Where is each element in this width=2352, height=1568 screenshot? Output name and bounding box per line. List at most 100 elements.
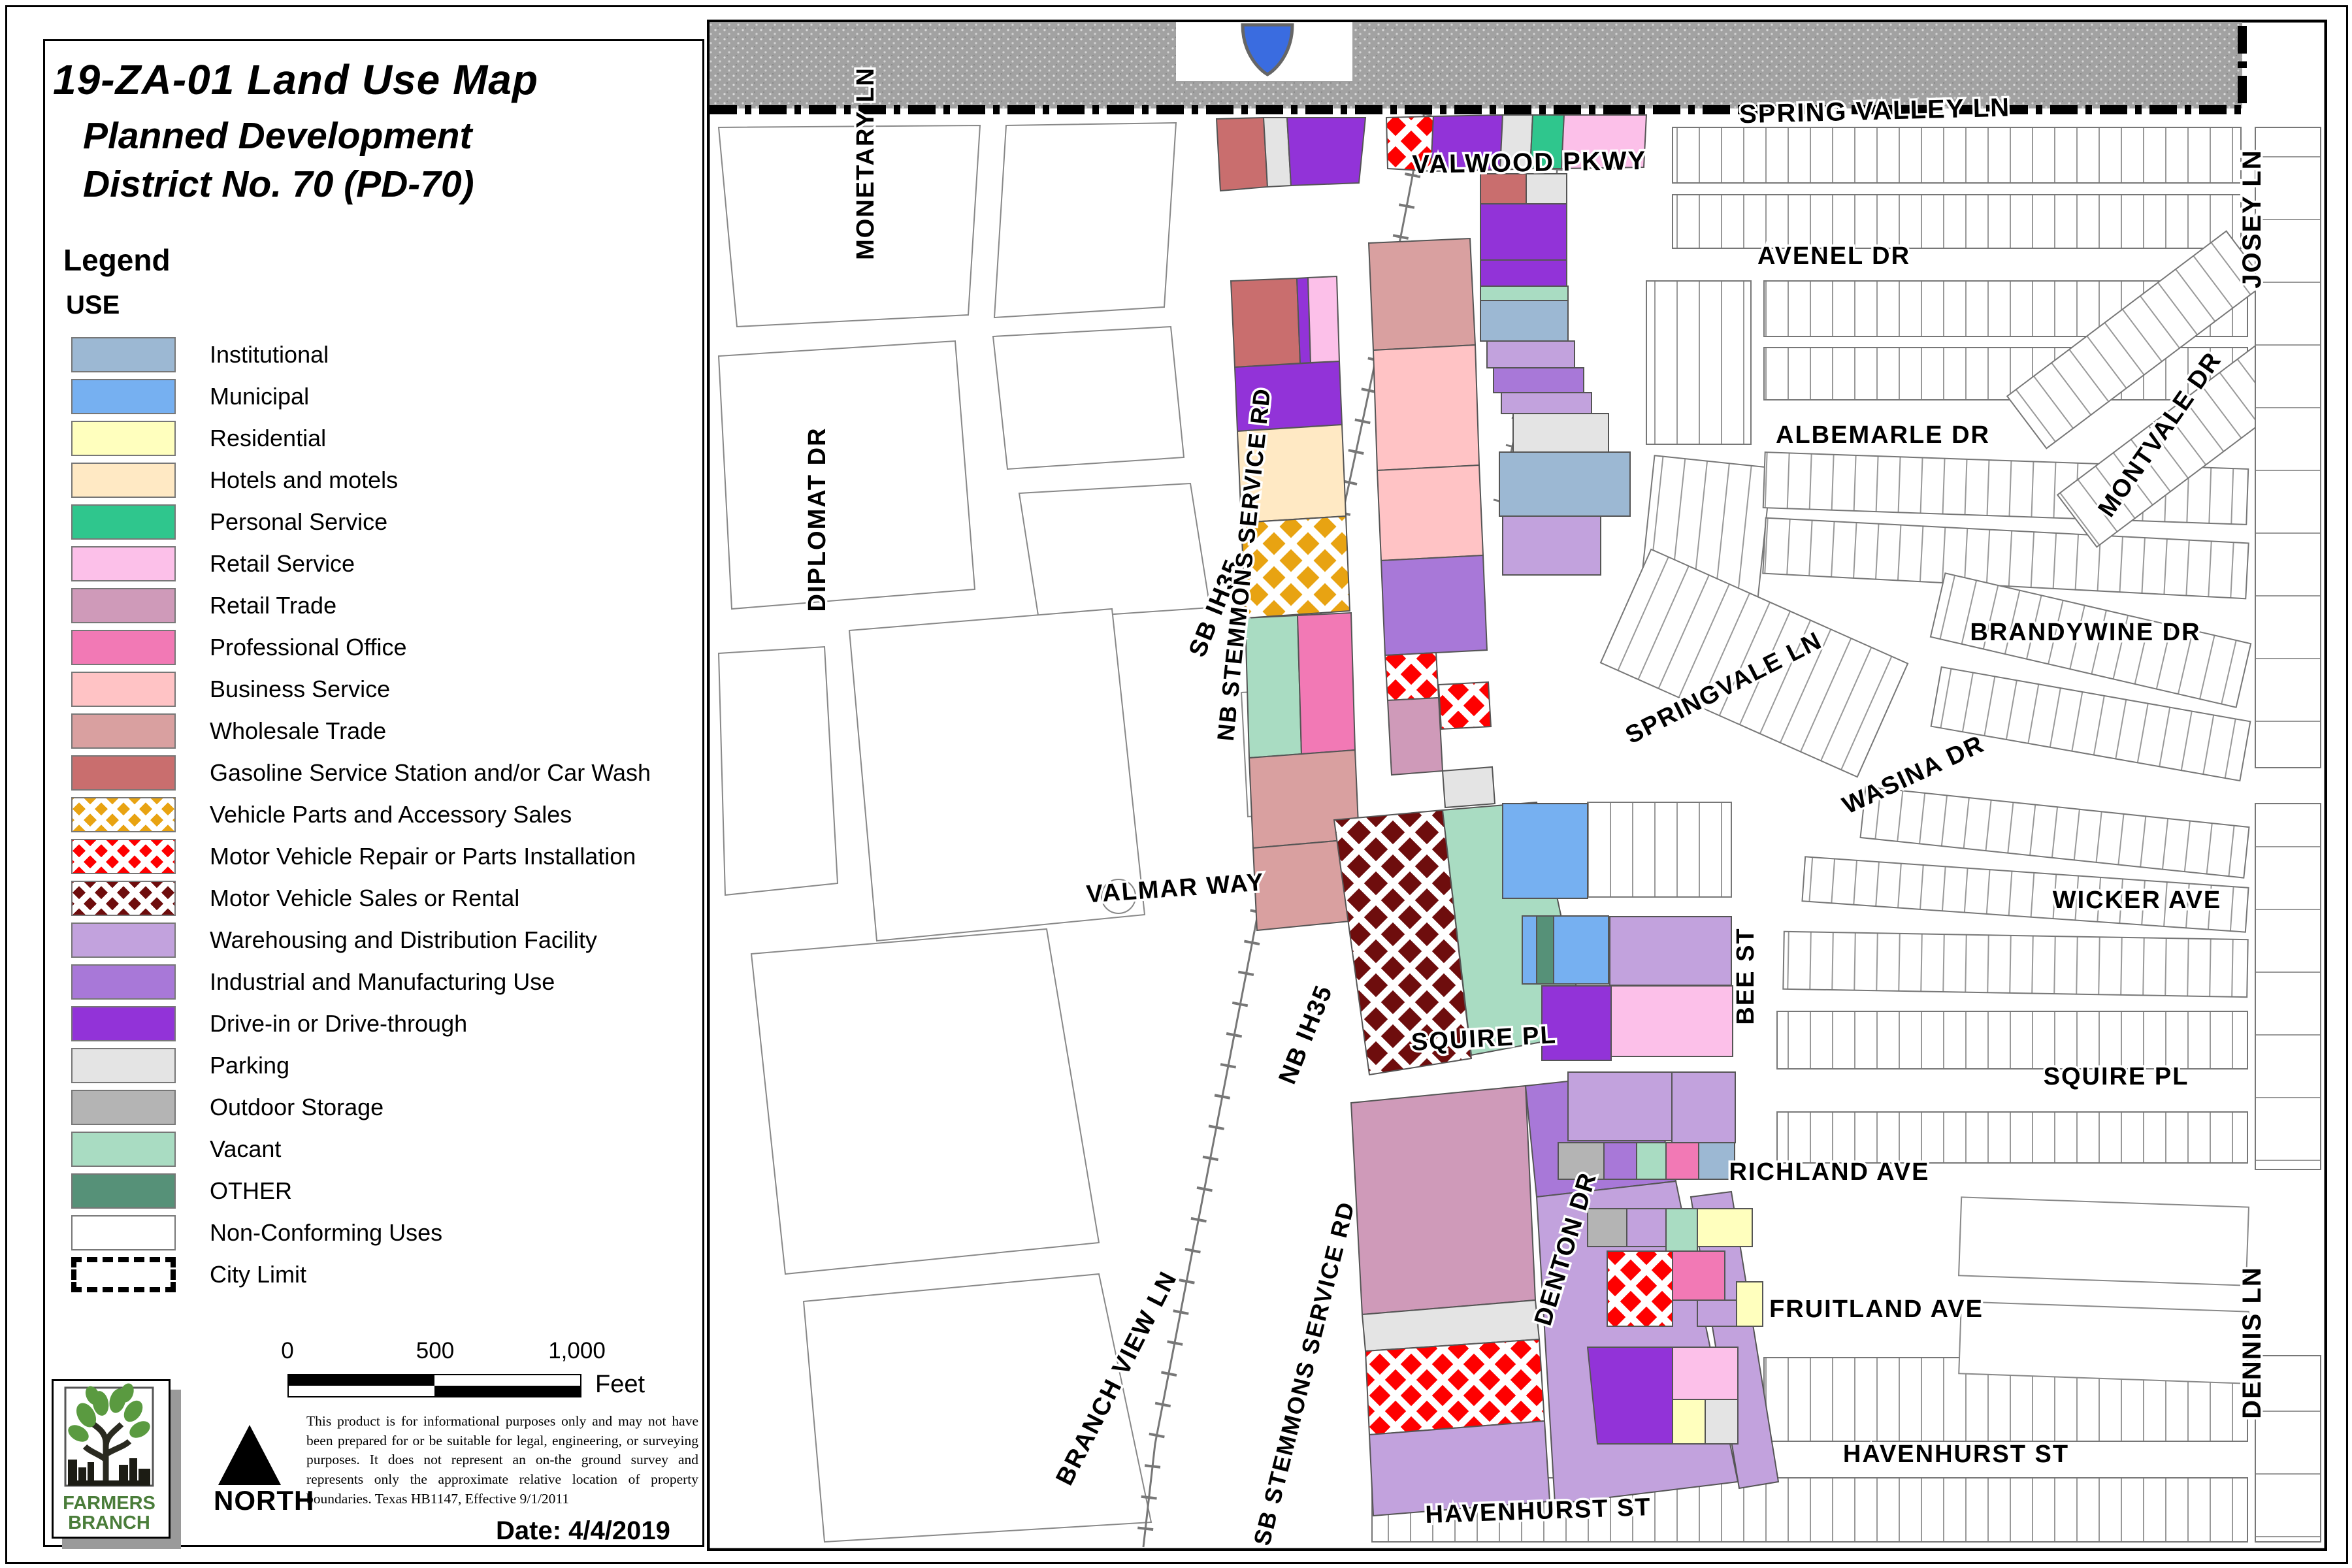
street-label-albemarle-dr: ALBEMARLE DR (1776, 421, 1990, 449)
crosshatch-pattern (73, 798, 174, 831)
legend-label: Institutional (210, 341, 329, 368)
legend-item-out: Outdoor Storage (71, 1086, 685, 1128)
street-label-brandywine-dr: BRANDYWINE DR (1970, 619, 2200, 646)
legend-item-other: OTHER (71, 1170, 685, 1212)
street-label-bee-st: BEE ST (1732, 927, 1759, 1024)
legend-label: Hotels and motels (210, 466, 398, 494)
legend-swatch-rtrade (71, 588, 176, 623)
scale-tick-label: 1,000 (548, 1338, 606, 1364)
logo-tree-icon: FARMERS BRANCH (54, 1381, 165, 1533)
legend-swatch-whole (71, 713, 176, 749)
legend-swatch-rsvc (71, 546, 176, 581)
page-subtitle-line1: Planned Development (83, 114, 472, 157)
legend-swatch-prof (71, 630, 176, 665)
legend-item-ind: Industrial and Manufacturing Use (71, 961, 685, 1003)
street-label-wicker-ave: WICKER AVE (2053, 887, 2222, 914)
legend-item-pers: Personal Service (71, 501, 685, 543)
north-arrow: NORTH (214, 1425, 286, 1516)
use-heading: USE (66, 291, 120, 320)
legend-item-repair: Motor Vehicle Repair or Parts Installati… (71, 836, 685, 877)
farmers-branch-logo: FARMERS BRANCH (52, 1379, 171, 1539)
legend-swatch-park (71, 1048, 176, 1083)
legend-swatch-ind (71, 964, 176, 1000)
legend-item-rsvc: Retail Service (71, 543, 685, 585)
street-label-valwood-pkwy: VALWOOD PKWY (1412, 146, 1647, 179)
legend-item-rtrade: Retail Trade (71, 585, 685, 627)
crosshatch-pattern (73, 882, 174, 915)
street-label-josey-ln: JOSEY LN (2238, 149, 2266, 288)
scale-bar-segment (289, 1386, 434, 1396)
legend-item-drive: Drive-in or Drive-through (71, 1003, 685, 1045)
legend-label: Outdoor Storage (210, 1094, 384, 1121)
scale-bar-segment (434, 1386, 580, 1396)
street-label-fruitland-ave: FRUITLAND AVE (1769, 1296, 1984, 1323)
legend-item-resid: Residential (71, 417, 685, 459)
street-label-diplomat-dr: DIPLOMAT DR (804, 427, 831, 612)
legend-item-whole: Wholesale Trade (71, 710, 685, 752)
legend-swatch-ware (71, 923, 176, 958)
legend-swatch-bsvc (71, 672, 176, 707)
legend-swatch-out (71, 1090, 176, 1125)
legend-item-vac: Vacant (71, 1128, 685, 1170)
legend-label: Residential (210, 425, 326, 452)
legend-label: Gasoline Service Station and/or Car Wash (210, 759, 651, 787)
scale-bar (287, 1374, 581, 1397)
legend-label: OTHER (210, 1177, 292, 1205)
page-subtitle-line2: District No. 70 (PD-70) (83, 163, 474, 206)
legend-item-inst: Institutional (71, 334, 685, 376)
legend-swatch-noncon (71, 1215, 176, 1250)
page-title: 19-ZA-01 Land Use Map (53, 56, 538, 104)
legend-heading: Legend (63, 242, 171, 278)
legend-item-gas: Gasoline Service Station and/or Car Wash (71, 752, 685, 794)
logo-text-line1: FARMERS (63, 1493, 155, 1514)
legend-swatch-vac (71, 1132, 176, 1167)
legend-label: Professional Office (210, 634, 406, 661)
legend-item-ware: Warehousing and Distribution Facility (71, 919, 685, 961)
scale-bar-unit: Feet (595, 1371, 645, 1399)
legend-label: Business Service (210, 676, 390, 703)
legend-item-prof: Professional Office (71, 627, 685, 668)
legend-label: Industrial and Manufacturing Use (210, 968, 555, 996)
scale-tick-label: 0 (281, 1338, 293, 1364)
legend-swatch-muni (71, 379, 176, 414)
street-label-monetary-ln: MONETARY LN (852, 67, 879, 260)
scale-bar-labels: 05001,000 (45, 1338, 702, 1364)
out-of-city-band (710, 22, 2242, 110)
legend-label: City Limit (210, 1261, 306, 1288)
legend-swatch-inst (71, 337, 176, 372)
street-label-havenhurst-st: HAVENHURST ST (1843, 1441, 2069, 1468)
map-area: SPRING VALLEY LNVALWOOD PKWYMONETARY LNA… (707, 20, 2327, 1551)
legend-item-hotel: Hotels and motels (71, 459, 685, 501)
street-label-avenel-dr: AVENEL DR (1757, 242, 1910, 270)
scale-bar-segment (434, 1375, 580, 1386)
north-label: NORTH (214, 1485, 286, 1516)
north-arrow-icon (218, 1425, 281, 1485)
legend-item-vparts: Vehicle Parts and Accessory Sales (71, 794, 685, 836)
legend-swatch-other (71, 1173, 176, 1209)
legend-swatch-city-limit (71, 1257, 176, 1292)
disclaimer-text: This product is for informational purpos… (306, 1412, 698, 1509)
legend-label: Retail Service (210, 550, 355, 578)
legend-swatch-hotel (71, 463, 176, 498)
street-label-squire-pl: SQUIRE PL (2044, 1063, 2189, 1090)
legend-label: Vehicle Parts and Accessory Sales (210, 801, 572, 828)
legend-label: Wholesale Trade (210, 717, 386, 745)
date-label: Date: 4/4/2019 (496, 1516, 670, 1546)
legend-item-muni: Municipal (71, 376, 685, 417)
legend-item-sales: Motor Vehicle Sales or Rental (71, 877, 685, 919)
crosshatch-pattern (73, 840, 174, 873)
legend-label: Motor Vehicle Sales or Rental (210, 885, 519, 912)
legend-swatch-repair (71, 839, 176, 874)
legend-label: Vacant (210, 1135, 281, 1163)
street-label-dennis-ln: DENNIS LN (2238, 1266, 2266, 1419)
legend-label: Motor Vehicle Repair or Parts Installati… (210, 843, 636, 870)
logo-text-line2: BRANCH (68, 1512, 150, 1533)
legend-swatch-pers (71, 504, 176, 540)
legend-label: Warehousing and Distribution Facility (210, 926, 597, 954)
legend-item-park: Parking (71, 1045, 685, 1086)
legend-label: Drive-in or Drive-through (210, 1010, 467, 1037)
land-use-map-page: 19-ZA-01 Land Use Map Planned Developmen… (0, 0, 2352, 1568)
legend-swatch-resid (71, 421, 176, 456)
legend-item-city-limit: City Limit (71, 1254, 685, 1296)
legend-list: Institutional Municipal Residential Hotels … (71, 334, 685, 1296)
